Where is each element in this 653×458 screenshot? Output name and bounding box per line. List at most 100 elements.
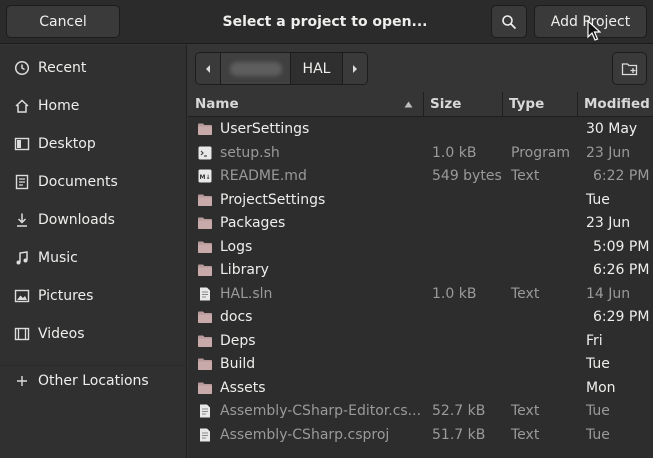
folder-icon <box>197 356 213 372</box>
file-list: Name Size Type Modified UserSettings 30 M… <box>188 92 653 458</box>
file-type: Text <box>511 403 540 419</box>
new-folder-button[interactable] <box>612 52 647 85</box>
desktop-icon <box>14 136 30 152</box>
file-row[interactable]: Build Tue <box>188 353 653 376</box>
sidebar-item-music[interactable]: Music <box>0 240 187 276</box>
mouse-pointer-icon <box>587 20 601 41</box>
new-folder-icon <box>621 62 637 75</box>
file-row[interactable]: HAL.sln 1.0 kB Text 14 Jun <box>188 283 653 306</box>
folder-icon <box>197 215 213 231</box>
file-name: HAL.sln <box>220 285 273 302</box>
file-modified: 14 Jun <box>586 285 631 302</box>
sidebar-item-label: Downloads <box>38 212 115 228</box>
chevron-right-icon <box>353 64 357 73</box>
file-row[interactable]: Assets Mon <box>188 377 653 400</box>
file-name: README.md <box>220 168 307 184</box>
clock-icon <box>14 60 30 76</box>
file-modified: 30 May <box>586 121 638 137</box>
file-name: ProjectSettings <box>220 191 326 208</box>
file-size: 549 bytes <box>432 168 502 184</box>
folder-icon <box>197 192 213 208</box>
header-bar: Cancel Select a project to open... Add P… <box>0 0 653 44</box>
file-row[interactable]: UserSettings 30 May <box>188 118 653 141</box>
sidebar-item-home[interactable]: Home <box>0 88 187 124</box>
sidebar-item-desktop[interactable]: Desktop <box>0 126 187 162</box>
column-header-name[interactable]: Name <box>195 96 239 112</box>
path-forward-button[interactable] <box>343 53 367 84</box>
sidebar-item-pictures[interactable]: Pictures <box>0 278 187 314</box>
file-row[interactable]: Library 6:26 PM <box>188 259 653 282</box>
sidebar-item-downloads[interactable]: Downloads <box>0 202 187 238</box>
home-icon <box>14 98 30 114</box>
sidebar-item-label: Other Locations <box>38 373 149 389</box>
file-name: Library <box>220 262 269 278</box>
chevron-left-icon <box>206 64 210 73</box>
cancel-button-label: Cancel <box>39 13 87 30</box>
folder-icon <box>197 309 213 325</box>
file-name: docs <box>220 309 253 325</box>
sidebar-item-other-locations[interactable]: Other Locations <box>0 363 187 399</box>
music-icon <box>14 250 30 266</box>
file-name: Build <box>220 356 256 372</box>
file-modified: 5:09 PM <box>593 238 650 255</box>
file-modified: Tue <box>586 191 610 208</box>
text-file-icon <box>197 427 213 443</box>
file-row[interactable]: ProjectSettings Tue <box>188 189 653 212</box>
plus-icon <box>14 373 30 389</box>
column-header-size[interactable]: Size <box>430 96 461 112</box>
sidebar-item-recent[interactable]: Recent <box>0 50 187 86</box>
file-row[interactable]: M↓ README.md 549 bytes Text 6:22 PM <box>188 165 653 188</box>
sidebar-item-label: Documents <box>38 174 118 190</box>
folder-icon <box>197 239 213 255</box>
picture-icon <box>14 288 30 304</box>
path-segment-current[interactable]: HAL <box>291 53 343 84</box>
script-file-icon <box>197 145 213 161</box>
file-size: 51.7 kB <box>432 426 486 443</box>
column-separator <box>577 92 578 117</box>
file-size: 1.0 kB <box>432 144 477 161</box>
file-type: Program <box>511 144 571 161</box>
file-row[interactable]: Logs 5:09 PM <box>188 236 653 259</box>
column-separator <box>502 92 503 117</box>
column-header-modified[interactable]: Modified <box>584 96 650 112</box>
file-modified: Mon <box>586 379 616 396</box>
path-bar: HAL <box>195 52 368 85</box>
file-row[interactable]: Assembly-CSharp.csproj 51.7 kB Text Tue <box>188 424 653 447</box>
file-name: Packages <box>220 215 286 231</box>
video-icon <box>14 326 30 342</box>
folder-icon <box>197 262 213 278</box>
cancel-button[interactable]: Cancel <box>6 5 120 38</box>
path-segment-parent[interactable] <box>221 53 291 84</box>
file-modified: 23 Jun <box>586 144 631 161</box>
sidebar-item-label: Music <box>38 250 78 266</box>
file-row[interactable]: Packages 23 Jun <box>188 212 653 235</box>
markdown-file-icon: M↓ <box>197 168 213 184</box>
file-name: setup.sh <box>220 144 280 161</box>
download-icon <box>14 212 30 228</box>
file-name: Assembly-CSharp.csproj <box>220 426 390 443</box>
search-button[interactable] <box>491 5 527 38</box>
file-modified: Fri <box>586 332 603 349</box>
dialog-title: Select a project to open... <box>222 14 428 30</box>
folder-icon <box>197 333 213 349</box>
file-row[interactable]: Assembly-CSharp-Editor.cs... 52.7 kB Text T… <box>188 400 653 423</box>
file-type: Text <box>511 285 540 302</box>
file-row[interactable]: docs 6:29 PM <box>188 306 653 329</box>
file-row[interactable]: Deps Fri <box>188 330 653 353</box>
column-header-row: Name Size Type Modified <box>188 92 653 117</box>
file-row[interactable]: setup.sh 1.0 kB Program 23 Jun <box>188 142 653 165</box>
text-file-icon <box>197 403 213 419</box>
path-back-button[interactable] <box>196 53 221 84</box>
file-name: Assembly-CSharp-Editor.cs... <box>220 403 422 419</box>
sidebar-item-videos[interactable]: Videos <box>0 316 187 352</box>
text-file-icon <box>197 286 213 302</box>
column-header-type[interactable]: Type <box>509 96 544 112</box>
path-segment-current-label: HAL <box>302 60 331 77</box>
sidebar-item-documents[interactable]: Documents <box>0 164 187 200</box>
file-name: Assets <box>220 379 266 396</box>
file-type: Text <box>511 168 540 184</box>
column-separator <box>423 92 424 117</box>
file-name: Logs <box>220 238 253 255</box>
file-size: 52.7 kB <box>432 403 486 419</box>
svg-text:M↓: M↓ <box>200 174 211 181</box>
